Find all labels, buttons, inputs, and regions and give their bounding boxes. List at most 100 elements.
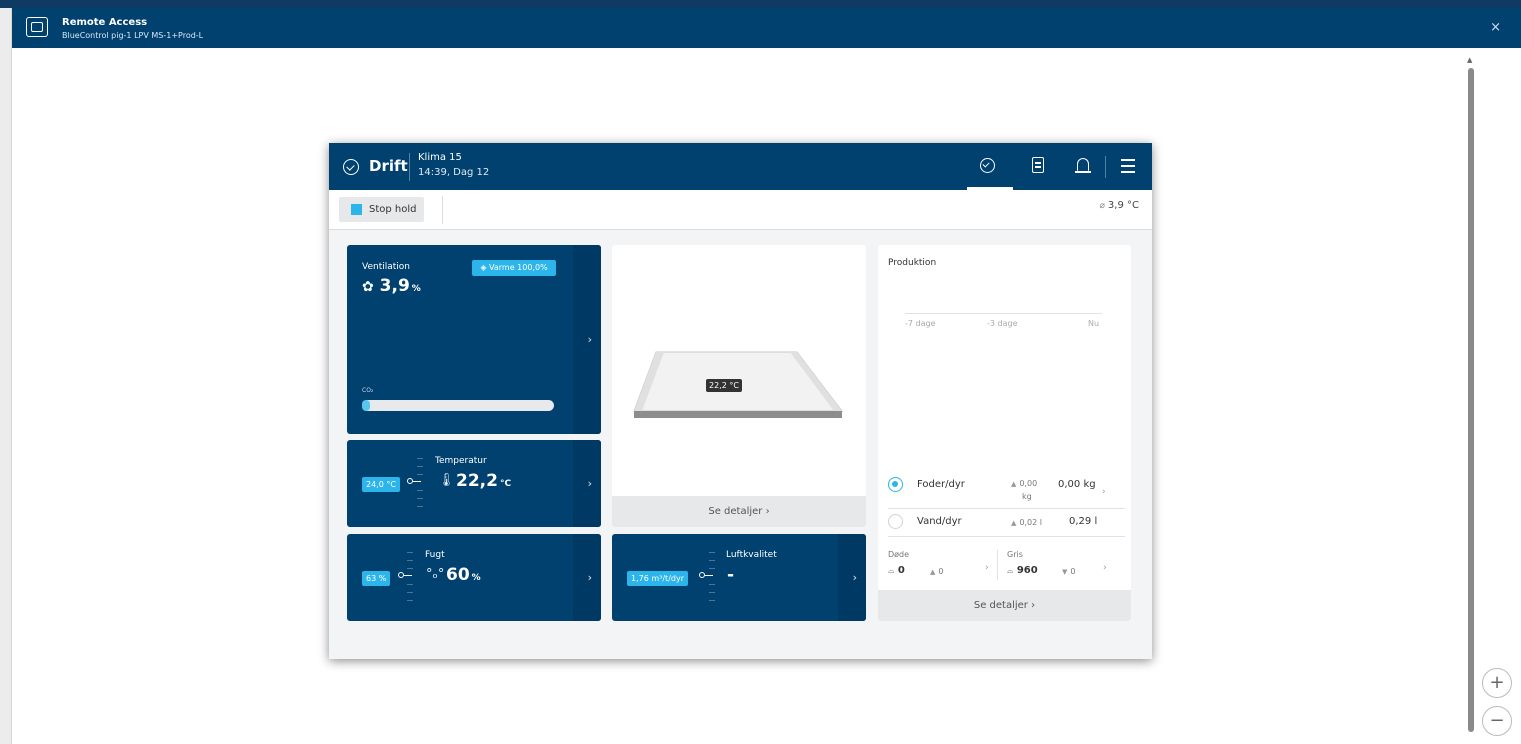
- pen-details-button[interactable]: Se detaljer ›: [612, 496, 866, 527]
- zoom-out-button[interactable]: −: [1482, 706, 1512, 736]
- production-panel: Produktion -7 dage -3 dage Nu Foder/dyr …: [878, 245, 1131, 621]
- left-edge: [0, 8, 12, 744]
- climate-datetime: 14:39, Dag 12: [418, 167, 490, 178]
- close-icon[interactable]: ×: [1490, 20, 1501, 35]
- heat-badge-text: Varme 100,0%: [489, 263, 548, 272]
- chevron-right-icon: ›: [587, 477, 592, 490]
- production-details-label: Se detaljer: [973, 600, 1028, 611]
- pig-outline-icon: ⌓: [1007, 566, 1014, 575]
- ventilation-number: 3,9: [379, 276, 410, 296]
- section-title: Drift: [369, 157, 408, 175]
- stop-hold-button[interactable]: Stop hold: [339, 197, 424, 222]
- chevron-right-icon: ›: [587, 571, 592, 584]
- scroll-up-icon[interactable]: ▲: [1467, 56, 1472, 64]
- humidity-unit: %: [471, 573, 481, 583]
- trend-up-icon: ▲: [930, 568, 936, 576]
- feed-change-unit: kg: [1022, 492, 1032, 501]
- ventilation-tile[interactable]: › Ventilation ✿ 3,9% ◈ Varme 100,0% CO₂: [347, 245, 601, 434]
- climate-name: Klima 15: [418, 152, 462, 163]
- feed-change: ▲ 0,00: [1011, 479, 1037, 488]
- air-quality-tile[interactable]: › Luftkvalitet 1,76 m³/t/dyr -: [612, 534, 866, 621]
- temperature-number: 22,2: [456, 471, 498, 491]
- air-quality-label: Luftkvalitet: [726, 550, 777, 560]
- fan-icon: ✿: [362, 279, 374, 295]
- ventilation-value: ✿ 3,9%: [362, 276, 421, 296]
- pig-label: Gris: [1007, 550, 1023, 559]
- nav-home-icon[interactable]: [978, 156, 998, 176]
- humidity-label: Fugt: [425, 550, 445, 560]
- remote-access-bar: Remote Access BlueControl pig-1 LPV MS-1…: [12, 8, 1521, 48]
- production-details-button[interactable]: Se detaljer ›: [878, 590, 1131, 621]
- humidity-number: 60: [446, 565, 470, 585]
- water-value: 0,29 l: [1069, 516, 1098, 527]
- co2-bar-fill: [362, 400, 370, 411]
- humidity-setpoint: 63 %: [362, 571, 391, 586]
- toolbar-divider: [442, 196, 443, 224]
- scrollbar[interactable]: ▲: [1467, 56, 1475, 744]
- temperature-unit: °C: [499, 479, 512, 489]
- production-title: Produktion: [888, 258, 937, 268]
- trend-up-icon: ▲: [1011, 519, 1017, 527]
- trend-down-icon: ▼: [1062, 568, 1068, 576]
- production-axis: [905, 313, 1102, 314]
- stop-square-icon: [351, 204, 362, 215]
- axis-label-7d: -7 dage: [905, 319, 936, 328]
- row-divider: [888, 508, 1125, 509]
- temperature-tile[interactable]: › Temperatur 24,0 °C 🌡 22,2 °C: [347, 440, 601, 527]
- pen-image: [633, 351, 844, 418]
- top-strip: [0, 0, 1521, 8]
- water-label: Vand/dyr: [917, 516, 962, 527]
- dead-number: 0: [897, 565, 905, 576]
- feed-radio[interactable]: [888, 477, 903, 492]
- water-radio[interactable]: [888, 514, 903, 529]
- temperature-label: Temperatur: [435, 456, 487, 466]
- menu-hamburger-icon[interactable]: [1119, 156, 1139, 176]
- pig-change-value: 0: [1070, 567, 1076, 576]
- flame-icon: ◈: [480, 263, 487, 272]
- humidity-value: 60%: [446, 565, 481, 585]
- axis-label-now: Nu: [1088, 319, 1100, 328]
- co2-label: CO₂: [362, 387, 374, 394]
- chevron-right-icon[interactable]: ›: [1102, 487, 1106, 497]
- heat-badge: ◈ Varme 100,0%: [472, 260, 556, 276]
- air-quality-knob: [699, 572, 715, 578]
- pen-temperature-label: 22,2 °C: [706, 379, 742, 392]
- pig-outline-icon: ⌓: [888, 566, 895, 575]
- air-quality-value: -: [727, 565, 735, 585]
- zoom-in-button[interactable]: +: [1482, 668, 1512, 698]
- pig-number: 960: [1016, 565, 1038, 576]
- trend-up-icon: ▲: [1011, 480, 1017, 488]
- pig-change: ▼ 0: [1062, 567, 1075, 576]
- air-quality-setpoint: 1,76 m³/t/dyr: [627, 571, 688, 586]
- scroll-thumb[interactable]: [1468, 68, 1474, 732]
- header-divider: [409, 153, 410, 181]
- nav-alarm-bell-icon[interactable]: [1073, 156, 1093, 176]
- dead-change-value: 0: [938, 567, 944, 576]
- remote-access-title: Remote Access: [62, 17, 148, 28]
- feed-label: Foder/dyr: [917, 479, 965, 490]
- feed-value: 0,00 kg: [1058, 479, 1096, 490]
- humidity-knob: [398, 572, 414, 578]
- dead-value: ⌓ 0: [888, 565, 905, 576]
- pen-tile[interactable]: 22,2 °C Se detaljer ›: [612, 245, 866, 527]
- column-divider: [997, 550, 998, 580]
- humidity-tile[interactable]: › Fugt 63 % °ₒ° 60%: [347, 534, 601, 621]
- app-header: Drift Klima 15 14:39, Dag 12: [329, 143, 1152, 190]
- nav-report-icon[interactable]: [1029, 156, 1049, 176]
- row-divider: [888, 536, 1125, 537]
- nav-divider: [1105, 156, 1106, 178]
- stop-hold-label: Stop hold: [369, 204, 417, 215]
- monitor-icon: [26, 17, 48, 37]
- pen-details-label: Se detaljer: [708, 506, 763, 517]
- chevron-right-icon[interactable]: ›: [985, 563, 989, 573]
- water-change-value: 0,02 l: [1019, 518, 1042, 527]
- thermometer-icon: 🌡: [438, 473, 455, 488]
- chevron-right-icon: ›: [765, 506, 770, 517]
- outside-temperature-value: 3,9 °C: [1107, 200, 1139, 211]
- outdoor-weather-icon: ⌀: [1099, 201, 1105, 211]
- temperature-setpoint: 24,0 °C: [362, 477, 400, 492]
- chevron-right-icon[interactable]: ›: [1103, 563, 1107, 573]
- dead-change: ▲ 0: [930, 567, 943, 576]
- chevron-right-icon: ›: [852, 571, 857, 584]
- ventilation-unit: %: [411, 284, 421, 294]
